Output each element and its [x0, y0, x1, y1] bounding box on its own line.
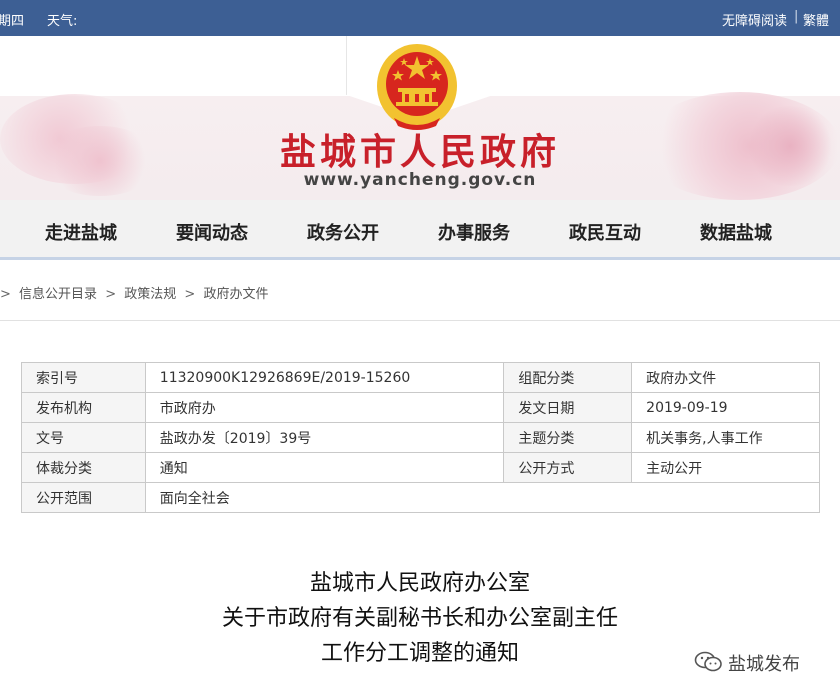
breadcrumb-item-office-documents[interactable]: 政府办文件: [203, 287, 268, 302]
content-divider: [0, 320, 840, 321]
weekday-text: 期四: [0, 14, 25, 29]
table-row: 发布机构 市政府办 发文日期 2019-09-19: [21, 392, 820, 423]
watermark-text: 盐城发布: [728, 654, 800, 675]
breadcrumb: > 信息公开目录 > 政策法规 > 政府办文件: [0, 283, 272, 302]
nav-item-services[interactable]: 办事服务: [438, 219, 510, 245]
traditional-chinese-link[interactable]: 繁體: [803, 10, 829, 29]
table-row: 体裁分类 通知 公开方式 主动公开: [21, 452, 820, 483]
breadcrumb-item-policies[interactable]: 政策法规: [124, 287, 176, 302]
issue-date-value: 2019-09-19: [631, 392, 820, 423]
nav-item-about[interactable]: 走进盐城: [45, 219, 117, 245]
main-nav: 走进盐城 要闻动态 政务公开 办事服务 政民互动 数据盐城: [0, 200, 840, 260]
index-number-label: 索引号: [21, 362, 146, 393]
disclosure-scope-label: 公开范围: [21, 482, 146, 513]
publisher-label: 发布机构: [21, 392, 146, 423]
weather-text: 天气:: [47, 14, 78, 29]
document-title-line-3: 工作分工调整的通知: [320, 641, 519, 666]
breadcrumb-separator: >: [0, 287, 11, 302]
document-number-value: 盐政办发〔2019〕39号: [144, 422, 505, 453]
table-row: 文号 盐政办发〔2019〕39号 主题分类 机关事务,人事工作: [21, 422, 820, 453]
wechat-icon: [694, 651, 722, 672]
document-number-label: 文号: [21, 422, 146, 453]
document-title-line-1: 盐城市人民政府办公室: [309, 571, 530, 596]
blossom-decoration-right-2: [740, 106, 840, 186]
breadcrumb-separator: >: [105, 287, 117, 302]
table-row: 公开范围 面向全社会: [21, 482, 821, 513]
disclosure-mode-value: 主动公开: [631, 452, 820, 483]
header-banner: 盐城市人民政府 www.yancheng.gov.cn: [0, 36, 840, 200]
publisher-value: 市政府办: [144, 392, 505, 423]
site-title: 盐城市人民政府: [279, 131, 560, 173]
category-label: 组配分类: [503, 362, 633, 393]
disclosure-scope-value: 面向全社会: [144, 482, 821, 513]
topic-label: 主题分类: [503, 422, 633, 453]
document-title-line-2: 关于市政府有关副秘书长和办公室副主任: [221, 606, 618, 631]
nav-item-interaction[interactable]: 政民互动: [569, 219, 641, 245]
genre-value: 通知: [144, 452, 505, 483]
document-metadata-table: 索引号 11320900K12926869E/2019-15260 组配分类 政…: [21, 362, 821, 513]
category-value: 政府办文件: [631, 362, 820, 393]
disclosure-mode-label: 公开方式: [503, 452, 633, 483]
breadcrumb-separator: >: [184, 287, 196, 302]
document-title: 盐城市人民政府办公室 关于市政府有关副秘书长和办公室副主任 工作分工调整的通知: [120, 566, 720, 671]
nav-item-news[interactable]: 要闻动态: [176, 219, 248, 245]
index-number-value: 11320900K12926869E/2019-15260: [144, 362, 505, 393]
national-emblem-icon: [377, 44, 457, 130]
nav-item-open-government[interactable]: 政务公开: [307, 219, 379, 245]
top-bar: 期四 天气: 无障碍阅读 | 繁體: [0, 0, 840, 36]
topic-value: 机关事务,人事工作: [631, 422, 820, 453]
table-row: 索引号 11320900K12926869E/2019-15260 组配分类 政…: [21, 362, 820, 393]
site-url: www.yancheng.gov.cn: [303, 170, 537, 190]
breadcrumb-item-catalog[interactable]: 信息公开目录: [19, 287, 97, 302]
nav-item-data[interactable]: 数据盐城: [700, 219, 772, 245]
accessibility-link[interactable]: 无障碍阅读: [722, 10, 787, 29]
issue-date-label: 发文日期: [503, 392, 633, 423]
topbar-separator: |: [794, 9, 799, 24]
blossom-decoration-left-2: [40, 126, 160, 196]
genre-label: 体裁分类: [21, 452, 146, 483]
